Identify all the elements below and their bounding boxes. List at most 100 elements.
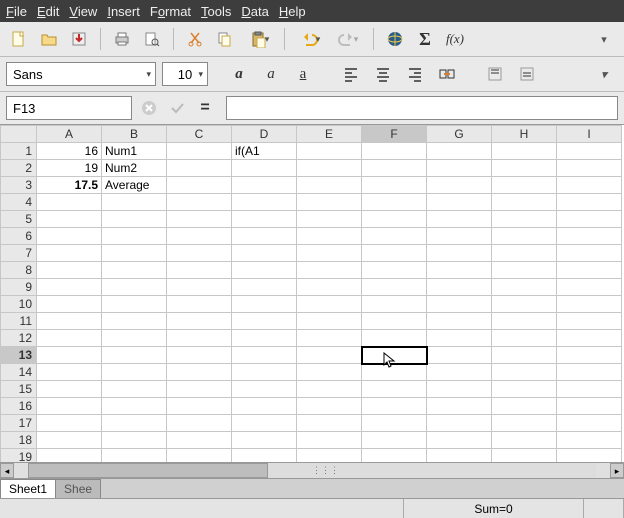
cell-B2[interactable]: Num2 [102,160,167,177]
cell-B16[interactable] [102,398,167,415]
cell-H13[interactable] [492,347,557,364]
cell-A2[interactable]: 19 [37,160,102,177]
menu-tools[interactable]: Tools [201,4,231,19]
menu-view[interactable]: View [69,4,97,19]
cell-F14[interactable] [362,364,427,381]
cell-C1[interactable] [167,143,232,160]
cell-G3[interactable] [427,177,492,194]
cell-G6[interactable] [427,228,492,245]
cell-D17[interactable] [232,415,297,432]
scrollbar-thumb[interactable] [28,463,268,478]
cell-I1[interactable] [557,143,622,160]
cell-G4[interactable] [427,194,492,211]
cell-I19[interactable] [557,449,622,463]
cell-F1[interactable] [362,143,427,160]
cell-F6[interactable] [362,228,427,245]
cell-C17[interactable] [167,415,232,432]
equals-icon[interactable]: = [194,97,216,119]
col-header-E[interactable]: E [297,126,362,143]
cell-F9[interactable] [362,279,427,296]
cell-F4[interactable] [362,194,427,211]
cell-I15[interactable] [557,381,622,398]
col-header-H[interactable]: H [492,126,557,143]
cell-A3[interactable]: 17.5 [37,177,102,194]
cell-A19[interactable] [37,449,102,463]
new-doc-icon[interactable] [6,26,32,52]
col-header-F[interactable]: F [362,126,427,143]
row-header-13[interactable]: 13 [1,347,37,364]
cell-H11[interactable] [492,313,557,330]
cell-E3[interactable] [297,177,362,194]
cell-F8[interactable] [362,262,427,279]
cell-B6[interactable] [102,228,167,245]
cell-E16[interactable] [297,398,362,415]
cell-D9[interactable] [232,279,297,296]
col-header-G[interactable]: G [427,126,492,143]
cell-A13[interactable] [37,347,102,364]
cell-I3[interactable] [557,177,622,194]
hyperlink-icon[interactable] [382,26,408,52]
cell-C13[interactable] [167,347,232,364]
menu-edit[interactable]: Edit [37,4,59,19]
cell-D11[interactable] [232,313,297,330]
cell-D7[interactable] [232,245,297,262]
cell-C9[interactable] [167,279,232,296]
cell-H7[interactable] [492,245,557,262]
cell-B8[interactable] [102,262,167,279]
cell-C6[interactable] [167,228,232,245]
cell-C15[interactable] [167,381,232,398]
cell-A15[interactable] [37,381,102,398]
cell-E12[interactable] [297,330,362,347]
row-header-9[interactable]: 9 [1,279,37,296]
cell-D18[interactable] [232,432,297,449]
cell-E13[interactable] [297,347,362,364]
cell-F10[interactable] [362,296,427,313]
cell-E2[interactable] [297,160,362,177]
font-name-combo[interactable]: Sans▾ [6,62,156,86]
merge-cells-icon[interactable] [434,61,460,87]
cell-B14[interactable] [102,364,167,381]
cell-H17[interactable] [492,415,557,432]
cell-F15[interactable] [362,381,427,398]
cell-C19[interactable] [167,449,232,463]
cell-E19[interactable] [297,449,362,463]
open-icon[interactable] [36,26,62,52]
tab-sheet1[interactable]: Sheet1 [0,479,56,498]
menu-format[interactable]: Format [150,4,191,19]
cell-F17[interactable] [362,415,427,432]
cell-E5[interactable] [297,211,362,228]
menu-file[interactable]: File [6,4,27,19]
cell-A8[interactable] [37,262,102,279]
cell-B15[interactable] [102,381,167,398]
cell-A18[interactable] [37,432,102,449]
fmt-overflow-icon[interactable]: ▾ [592,61,618,87]
cell-H19[interactable] [492,449,557,463]
cell-D19[interactable] [232,449,297,463]
row-header-12[interactable]: 12 [1,330,37,347]
row-header-5[interactable]: 5 [1,211,37,228]
cell-A11[interactable] [37,313,102,330]
cell-B1[interactable]: Num1 [102,143,167,160]
col-header-A[interactable]: A [37,126,102,143]
valign-mid-icon[interactable] [514,61,540,87]
cell-G12[interactable] [427,330,492,347]
cell-A10[interactable] [37,296,102,313]
row-header-11[interactable]: 11 [1,313,37,330]
cell-F16[interactable] [362,398,427,415]
cell-C7[interactable] [167,245,232,262]
cell-G1[interactable] [427,143,492,160]
row-header-4[interactable]: 4 [1,194,37,211]
bold-icon[interactable]: a [226,61,252,87]
cell-C18[interactable] [167,432,232,449]
cell-E14[interactable] [297,364,362,381]
menu-insert[interactable]: Insert [107,4,140,19]
cell-I12[interactable] [557,330,622,347]
scroll-left-icon[interactable]: ◂ [0,463,14,478]
cell-B13[interactable] [102,347,167,364]
cell-H14[interactable] [492,364,557,381]
cell-B3[interactable]: Average [102,177,167,194]
cell-B12[interactable] [102,330,167,347]
row-header-3[interactable]: 3 [1,177,37,194]
cell-F7[interactable] [362,245,427,262]
cell-E4[interactable] [297,194,362,211]
